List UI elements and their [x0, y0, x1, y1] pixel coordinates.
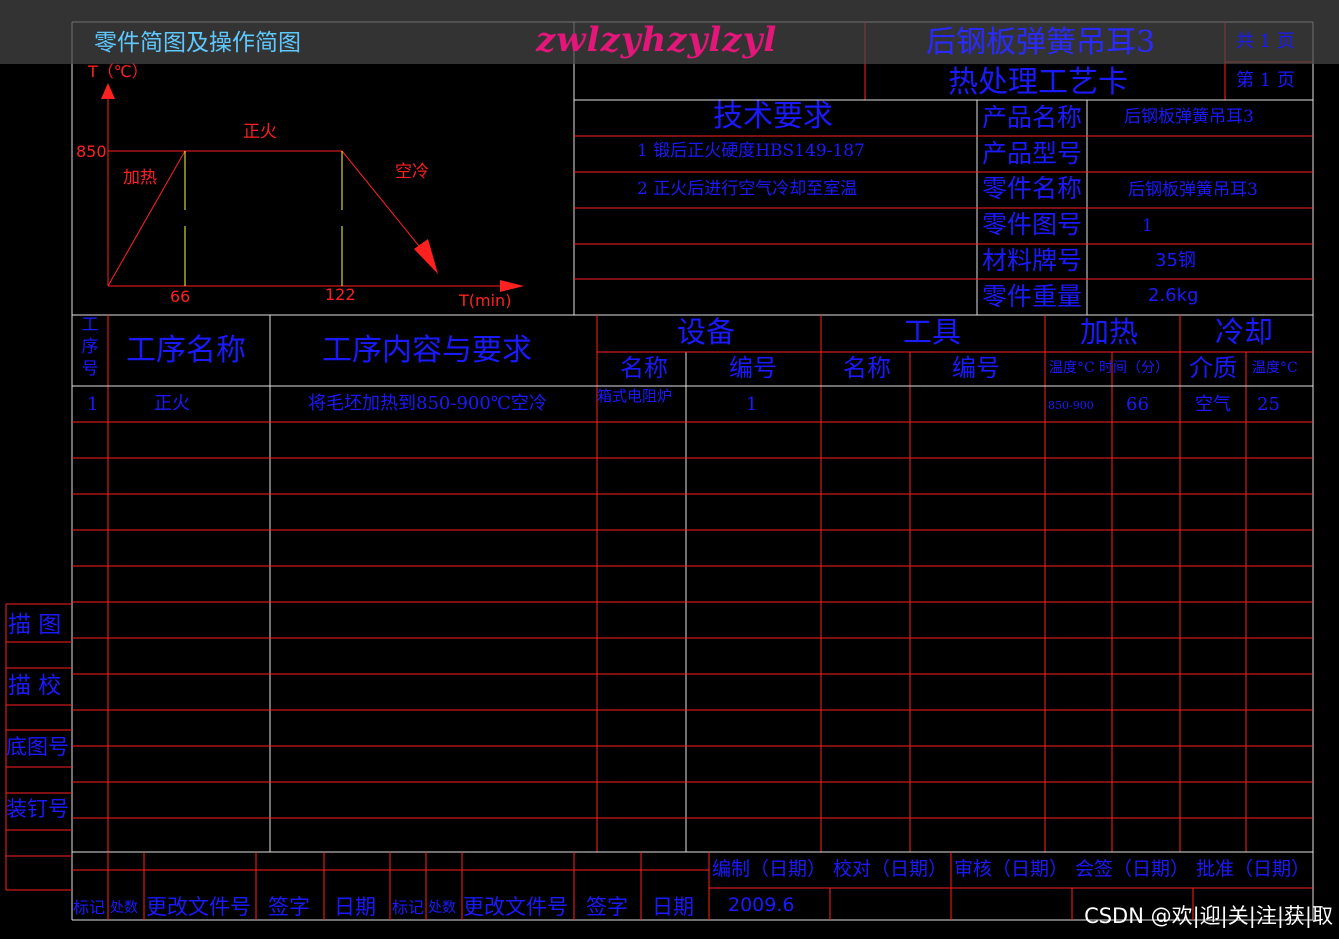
- row-1-cool-temp: 25: [1257, 394, 1280, 415]
- tech-requirement-2: 2 正火后进行空气冷却至室温: [637, 179, 858, 199]
- compile-date: 2009.6: [728, 894, 795, 916]
- row-1-equipment-no: 1: [746, 394, 758, 415]
- x-axis-label: T(min): [459, 291, 512, 310]
- side-label-trace-check: 描 校: [8, 673, 62, 699]
- tool-no-header: 编号: [952, 354, 1000, 382]
- part-name-value: 后钢板弹簧吊耳3: [1128, 180, 1258, 200]
- signoff-reviewed: 审核（日期）: [954, 858, 1069, 880]
- x-tick-66: 66: [170, 287, 191, 306]
- y-axis-label: T（℃）: [88, 62, 148, 81]
- signoff-countersigned: 会签（日期）: [1075, 858, 1190, 880]
- row-1-name: 正火: [154, 393, 190, 414]
- row-1-equipment-name: 箱式电阻炉: [597, 387, 673, 405]
- rev-sign-2: 签字: [586, 895, 628, 919]
- equipment-header: 设备: [677, 315, 736, 349]
- part-name-label: 零件名称: [982, 174, 1083, 203]
- rev-doc-1: 更改文件号: [146, 895, 251, 919]
- tech-requirement-1: 1 锻后正火硬度HBS149-187: [637, 141, 865, 161]
- heat-time-header: 时间（分）: [1099, 360, 1169, 376]
- material-value: 35钢: [1155, 250, 1196, 271]
- tool-name-header: 名称: [843, 354, 891, 382]
- sketch-title: 零件简图及操作简图: [94, 30, 301, 56]
- equipment-no-header: 编号: [729, 354, 777, 382]
- cool-temp-header: 温度°C: [1252, 360, 1298, 376]
- side-label-binding-no: 装钉号: [6, 797, 69, 821]
- row-1-cool-medium: 空气: [1195, 394, 1231, 415]
- part-drawing-value: 1: [1142, 216, 1153, 236]
- part-weight-value: 2.6kg: [1148, 285, 1199, 306]
- tech-requirements-heading: 技术要求: [713, 99, 833, 134]
- rev-date-1: 日期: [334, 895, 376, 919]
- rev-doc-2: 更改文件号: [463, 895, 568, 919]
- temperature-label: 850: [76, 142, 107, 161]
- heat-temp-header: 温度°C: [1049, 360, 1095, 376]
- product-name-value: 后钢板弹簧吊耳3: [1124, 107, 1254, 127]
- row-1-heat-time: 66: [1126, 394, 1149, 415]
- row-1-heat-temp: 850-900: [1048, 399, 1094, 412]
- process-name-header: 工序名称: [126, 333, 246, 368]
- part-title: 后钢板弹簧吊耳3: [926, 25, 1156, 60]
- product-model-label: 产品型号: [982, 139, 1083, 168]
- csdn-watermark: CSDN @欢|迎|关|注|获|取: [1084, 904, 1333, 928]
- rev-sign-1: 签字: [268, 895, 310, 919]
- heating-label: 加热: [123, 168, 157, 188]
- watermark-logo: zwlzyhzylzyl: [536, 20, 778, 60]
- side-label-base-drawing-no: 底图号: [6, 735, 69, 759]
- seq-header: 工序号: [81, 315, 99, 379]
- row-1-seq: 1: [87, 394, 99, 415]
- card-title: 热处理工艺卡: [948, 65, 1128, 100]
- rev-date-2: 日期: [652, 895, 694, 919]
- x-tick-122: 122: [325, 285, 356, 304]
- product-name-label: 产品名称: [982, 103, 1083, 132]
- signoff-approved: 批准（日期）: [1196, 858, 1311, 880]
- cool-medium-header: 介质: [1189, 354, 1237, 382]
- signoff-checked: 校对（日期）: [833, 858, 948, 880]
- cooling-header: 冷却: [1215, 315, 1274, 349]
- equipment-name-header: 名称: [620, 354, 668, 382]
- part-drawing-label: 零件图号: [982, 210, 1083, 239]
- total-pages: 共 1 页: [1236, 31, 1295, 52]
- heating-header: 加热: [1080, 315, 1139, 349]
- cooling-label: 空冷: [395, 162, 429, 182]
- rev-mark-1: 标记: [73, 898, 106, 917]
- y-axis-arrowhead: [101, 83, 115, 99]
- hold-label: 正火: [243, 122, 277, 142]
- tools-header: 工具: [903, 315, 962, 349]
- material-label: 材料牌号: [982, 246, 1083, 275]
- page-number: 第 1 页: [1236, 70, 1295, 91]
- rev-count-1: 处数: [110, 900, 138, 916]
- side-label-trace: 描 图: [8, 612, 62, 638]
- row-1-content: 将毛坯加热到850-900℃空冷: [308, 393, 547, 414]
- part-weight-label: 零件重量: [982, 282, 1083, 311]
- signoff-compiled: 编制（日期）: [712, 858, 827, 880]
- process-content-header: 工序内容与要求: [322, 333, 532, 368]
- rev-count-2: 处数: [428, 900, 456, 916]
- rev-mark-2: 标记: [392, 898, 425, 917]
